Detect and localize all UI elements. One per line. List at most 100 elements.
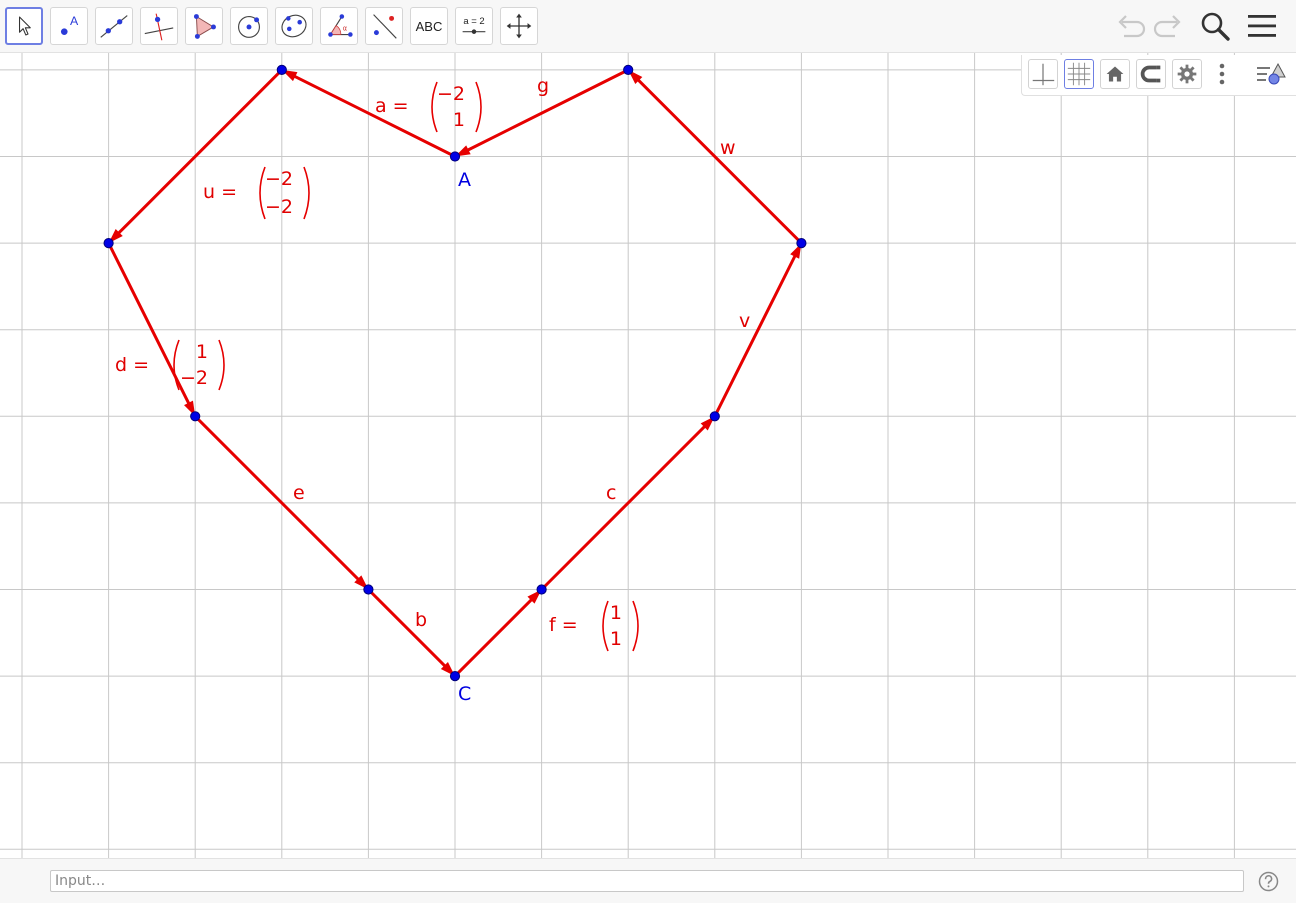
vector-f[interactable] <box>453 589 542 678</box>
right-paren <box>303 166 310 220</box>
point-P4[interactable] <box>363 584 374 595</box>
vector-label-b: b <box>415 609 427 631</box>
vector-label-f: f = 1 1 <box>549 600 639 652</box>
circle-center-point-icon <box>238 15 260 38</box>
vector-component-y-u: −2 <box>265 196 293 218</box>
redo-icon <box>1153 15 1181 38</box>
text-icon: ABC <box>415 18 443 34</box>
right-paren <box>218 339 225 391</box>
ellipse-tool-button[interactable] <box>275 7 313 45</box>
vector-component-x-f: 1 <box>610 602 622 624</box>
point-capturing-button[interactable] <box>1136 59 1166 89</box>
right-paren <box>632 600 639 652</box>
point-P6[interactable] <box>709 411 720 422</box>
undo-button[interactable] <box>1113 8 1149 44</box>
point-P7[interactable] <box>796 238 807 249</box>
vector-name-d: d = <box>115 354 149 376</box>
vector-component-y-f: 1 <box>610 628 622 650</box>
right-paren <box>475 81 482 133</box>
vector-name-u: u = <box>203 181 237 203</box>
move-graphics-view-tool-button[interactable] <box>500 7 538 45</box>
vector-component-x-d: 1 <box>196 341 208 363</box>
vector-label-e: e <box>293 482 305 504</box>
vector-label-w: w <box>720 137 736 159</box>
more-options-button[interactable] <box>1212 59 1232 89</box>
labels-layer: A Ca = −2 1 u = −2 −2 d = 1 −2 e b f = 1 1 c v w g <box>115 75 750 705</box>
vector-name-f: f = <box>549 614 578 636</box>
vector-name-a: a = <box>375 95 409 117</box>
point-P1[interactable] <box>276 64 287 76</box>
ellipse-icon <box>281 14 307 38</box>
graphics-view[interactable]: A Ca = −2 1 u = −2 −2 d = 1 −2 e b f = 1 1 c v w g <box>0 53 1296 858</box>
vector-name-c: c <box>606 482 616 504</box>
line-tool-button[interactable] <box>95 7 133 45</box>
menu-icon <box>1248 15 1276 37</box>
grid-toggle-icon <box>1067 62 1091 86</box>
point-P2[interactable] <box>103 238 114 249</box>
graphics-style-bar <box>1021 55 1296 96</box>
point-P8[interactable] <box>623 64 634 76</box>
vector-label-c: c <box>606 482 616 504</box>
vector-label-v: v <box>739 310 750 332</box>
angle-tool-button[interactable]: α <box>320 7 358 45</box>
vector-label-u: u = −2 −2 <box>203 166 310 220</box>
move-graphics-view-icon <box>506 13 532 39</box>
slider-tool-button[interactable]: a = 2 <box>455 7 493 45</box>
pointer-arrow-icon <box>18 16 31 36</box>
vector-name-b: b <box>415 609 427 631</box>
point-label-A: A <box>458 169 471 191</box>
point-C[interactable] <box>449 671 461 682</box>
line-icon <box>100 15 128 38</box>
vector-name-g: g <box>537 75 549 97</box>
search-icon <box>1201 12 1230 41</box>
left-paren <box>602 600 609 652</box>
vector-name-v: v <box>739 310 750 332</box>
polygon-icon <box>193 14 216 39</box>
axes-toggle-icon <box>1032 63 1055 86</box>
vector-component-y-d: −2 <box>180 367 208 389</box>
reflect-tool-button[interactable] <box>365 7 403 45</box>
undo-icon <box>1118 15 1146 38</box>
point-tool-button[interactable]: A <box>50 7 88 45</box>
input-bar <box>0 858 1296 903</box>
more-vertical-icon <box>1219 63 1225 85</box>
graphics-settings-button[interactable] <box>1172 59 1202 89</box>
vector-b[interactable] <box>367 588 455 677</box>
toggle-grid-button[interactable] <box>1064 59 1094 89</box>
style-bar-toggle-icon <box>1257 62 1286 85</box>
point-P3[interactable] <box>190 411 201 422</box>
settings-icon <box>1177 64 1197 84</box>
angle-tool-glyph: α <box>343 25 348 33</box>
toggle-axes-button[interactable] <box>1028 59 1058 89</box>
help-icon[interactable] <box>1258 871 1279 892</box>
redo-button[interactable] <box>1150 8 1186 44</box>
vector-name-e: e <box>293 482 305 504</box>
perpendicular-line-tool-button[interactable] <box>140 7 178 45</box>
point-label-C: C <box>458 683 471 705</box>
move-tool-button[interactable] <box>5 7 43 45</box>
point-A[interactable] <box>449 151 461 162</box>
vector-component-x-a: −2 <box>437 83 465 105</box>
vector-name-w: w <box>720 137 736 159</box>
perpendicular-line-icon <box>144 13 174 41</box>
point-tool-glyph: A <box>70 14 79 28</box>
grid <box>0 53 1296 858</box>
vector-component-y-a: 1 <box>453 109 465 131</box>
point-capturing-icon <box>1140 65 1161 83</box>
circle-tool-button[interactable] <box>230 7 268 45</box>
text-tool-button[interactable]: ABC <box>410 7 448 45</box>
standard-view-button[interactable] <box>1100 59 1130 89</box>
vector-component-x-u: −2 <box>265 168 293 190</box>
algebra-input-field[interactable] <box>50 870 1244 892</box>
polygon-tool-button[interactable] <box>185 7 223 45</box>
point-icon: A <box>60 14 79 35</box>
slider-icon: a = 2 <box>462 16 486 34</box>
search-button[interactable] <box>1197 8 1233 44</box>
toggle-style-bar-button[interactable] <box>1252 59 1290 91</box>
home-icon <box>1106 66 1124 82</box>
reflect-line-icon <box>373 14 397 39</box>
vector-label-g: g <box>537 75 549 97</box>
main-menu-button[interactable] <box>1244 8 1280 44</box>
point-P5[interactable] <box>536 584 547 595</box>
angle-icon: α <box>328 14 353 37</box>
